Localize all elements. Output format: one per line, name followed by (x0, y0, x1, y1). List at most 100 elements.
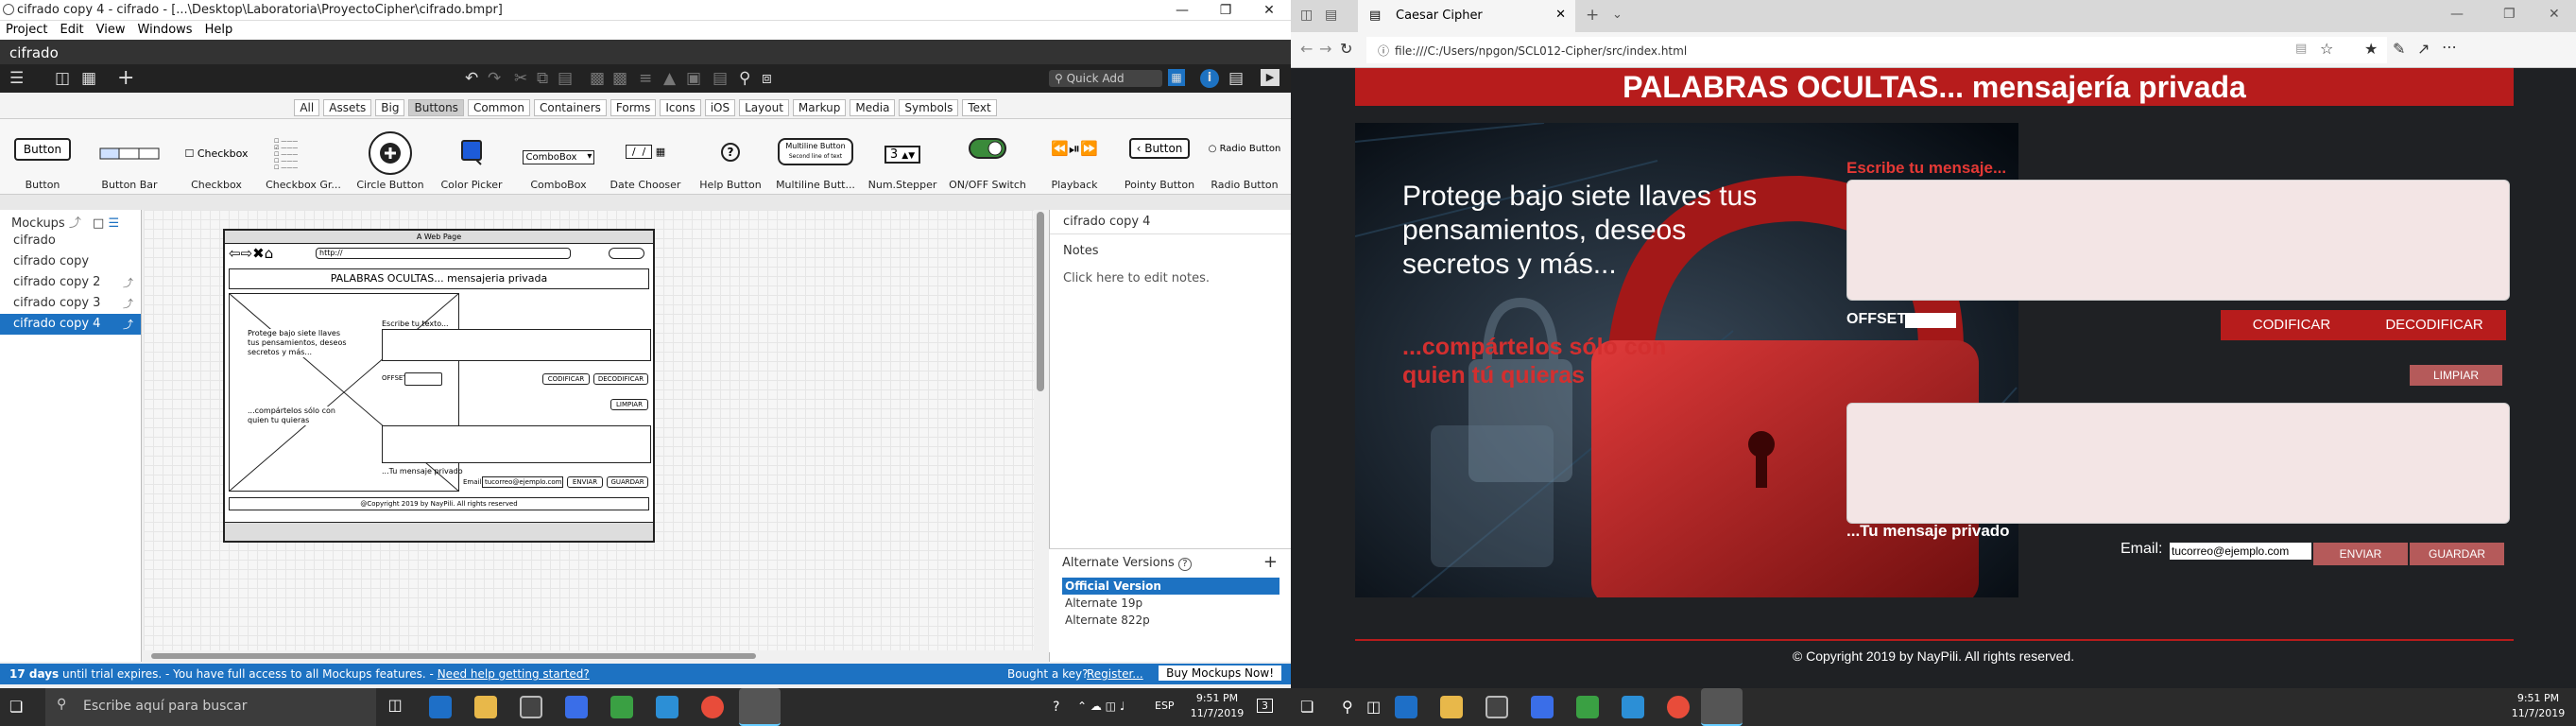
browser-tab[interactable]: ▤ Caesar Cipher ✕ (1358, 0, 1575, 32)
library-item-date-chooser[interactable]: / / ▦ Date Chooser (603, 119, 688, 195)
library-item-button[interactable]: Button Button (0, 119, 85, 195)
notes-field[interactable]: Click here to edit notes. (1050, 258, 1291, 299)
save-button[interactable]: GUARDAR (2410, 543, 2504, 565)
cut-icon[interactable]: ✂ (514, 69, 527, 88)
library-item-checkbox[interactable]: ☐ Checkbox Checkbox (174, 119, 259, 195)
library-item-radio-button[interactable]: ○ Radio Button Radio Button (1202, 119, 1287, 195)
task-view-icon[interactable]: ◫ (384, 696, 406, 718)
ungroup-icon[interactable]: ▩ (612, 69, 627, 88)
add-icon[interactable]: + (1263, 554, 1278, 571)
alternate-version-item[interactable]: Alternate 19p (1062, 595, 1279, 612)
align-icon[interactable]: ≡ (639, 69, 652, 88)
library-item-combobox[interactable]: ComboBox ▾ ComboBox (516, 119, 601, 195)
close-icon[interactable]: ✕ (2549, 7, 2560, 22)
fullscreen-icon[interactable]: ⧈ (762, 69, 772, 88)
taskbar-time[interactable]: 9:51 PM (2510, 692, 2567, 704)
category-all[interactable]: All (294, 99, 320, 116)
tab-actions-icon[interactable]: ◫ (1300, 8, 1313, 23)
encode-button[interactable]: CODIFICAR (2221, 310, 2362, 340)
notification-count[interactable]: 3 (1257, 699, 1273, 713)
decode-button[interactable]: DECODIFICAR (2362, 310, 2506, 340)
mockup-item[interactable]: cifrado copy 3 ⤴ (0, 293, 141, 314)
category-buttons[interactable]: Buttons (408, 99, 464, 116)
category-markup[interactable]: Markup (792, 99, 847, 116)
send-button[interactable]: ENVIAR (2313, 543, 2408, 565)
notes-icon[interactable]: ✎ (2393, 40, 2405, 58)
library-item-playback[interactable]: ⏪⏯⏩ Playback (1032, 119, 1117, 195)
present-icon[interactable]: ▶ (1261, 69, 1279, 86)
forward-icon[interactable]: → (1319, 40, 1331, 58)
category-big[interactable]: Big (375, 99, 405, 116)
taskbar-date[interactable]: 11/7/2019 (2506, 707, 2570, 719)
hamburger-icon[interactable]: ☰ (9, 69, 24, 88)
link-icon[interactable]: ⤴ (69, 216, 81, 231)
category-symbols[interactable]: Symbols (899, 99, 959, 116)
redo-icon[interactable]: ↷ (488, 69, 501, 88)
close-tab-icon[interactable]: ✕ (1555, 8, 1566, 22)
undo-icon[interactable]: ↶ (465, 69, 478, 88)
edge-icon[interactable] (429, 696, 452, 718)
library-item-onoff-switch[interactable]: ON/OFF Switch (945, 119, 1030, 195)
chrome-icon[interactable] (1667, 696, 1690, 718)
category-ios[interactable]: iOS (704, 99, 736, 116)
email-input[interactable]: tucorreo@ejemplo.com (2170, 543, 2311, 560)
buy-button[interactable]: Buy Mockups Now! (1159, 666, 1281, 681)
more-icon[interactable]: ⋯ (2442, 38, 2457, 56)
thumb-view-icon[interactable]: □ (93, 216, 104, 231)
quick-add-input[interactable]: ⚲ Quick Add (1049, 70, 1162, 87)
mail-icon[interactable] (520, 696, 542, 718)
category-layout[interactable]: Layout (739, 99, 789, 116)
category-containers[interactable]: Containers (533, 99, 607, 116)
chrome-icon[interactable] (701, 696, 724, 718)
split-view-icon[interactable]: ◫ (55, 69, 70, 88)
chevron-down-icon[interactable]: ⌄ (1612, 8, 1623, 22)
mockup-item[interactable]: cifrado copy 2 ⤴ (0, 272, 141, 293)
dropbox-icon[interactable] (565, 696, 588, 718)
windows-start-icon[interactable]: ❏ (1300, 698, 1314, 716)
help-link[interactable]: Need help getting started? (438, 667, 590, 681)
zoom-icon[interactable]: ⚲ (739, 69, 750, 88)
taskbar-time[interactable]: 9:51 PM (1189, 692, 1245, 704)
info-icon[interactable]: i (1200, 69, 1219, 88)
file-explorer-icon[interactable] (474, 696, 497, 718)
bring-front-icon[interactable]: ▲ (663, 69, 676, 88)
media-icon[interactable]: ▦ (1168, 69, 1185, 86)
refresh-icon[interactable]: ↻ (1340, 40, 1352, 58)
menu-windows[interactable]: Windows (132, 21, 199, 37)
category-assets[interactable]: Assets (323, 99, 372, 116)
library-item-help-button[interactable]: ? Help Button (688, 119, 773, 195)
category-forms[interactable]: Forms (610, 99, 657, 116)
dropbox-icon[interactable] (1531, 696, 1554, 718)
close-icon[interactable]: ✕ (1247, 0, 1291, 21)
menu-project[interactable]: Project (0, 21, 54, 37)
properties-icon[interactable]: ▤ (1228, 69, 1244, 88)
vscode-icon[interactable] (656, 696, 678, 718)
new-tab-icon[interactable]: + (1586, 6, 1599, 25)
restore-icon[interactable]: ❐ (1204, 0, 1247, 21)
reading-view-icon[interactable]: ▤ (2295, 42, 2307, 56)
category-common[interactable]: Common (467, 99, 530, 116)
edge-icon[interactable] (1395, 696, 1417, 718)
group-icon[interactable]: ▩ (590, 69, 605, 88)
wireframe-browser-window[interactable]: A Web Page ⇦⇨✖⌂ http:// PALABRAS OCULTAS… (223, 229, 655, 543)
library-item-button-bar[interactable]: Button Bar (87, 119, 172, 195)
add-icon[interactable]: + (117, 68, 134, 89)
help-icon[interactable]: ? (1177, 558, 1192, 571)
sourcetree-icon[interactable] (1576, 696, 1599, 718)
library-item-color-picker[interactable]: Color Picker (429, 119, 514, 195)
minimize-icon[interactable]: — (1160, 0, 1204, 21)
url-input[interactable]: ⓘ file:///C:/Users/npgon/SCL012-Cipher/sr… (1366, 37, 2387, 63)
tray-icons[interactable]: ⌃ ☁ ◫ ♩ (1077, 700, 1125, 713)
windows-start-icon[interactable]: ❏ (9, 698, 28, 717)
minimize-icon[interactable]: — (2450, 7, 2464, 22)
category-media[interactable]: Media (850, 99, 896, 116)
library-item-multiline-button[interactable]: Multiline Button Second line of text Multi… (773, 119, 858, 195)
offset-input[interactable] (1905, 313, 1956, 328)
file-explorer-icon[interactable] (1440, 696, 1463, 718)
lock-icon[interactable]: ▣ (686, 69, 701, 88)
menu-view[interactable]: View (91, 21, 132, 37)
category-icons[interactable]: Icons (660, 99, 701, 116)
library-item-checkbox-group[interactable]: ☐ ——— ☑ ——— ☐ ——— ☐ ——— ☐ ——— Checkbox Gr... (261, 119, 346, 195)
library-scrollbar[interactable] (0, 195, 1291, 210)
task-view-icon[interactable]: ◫ (1366, 698, 1381, 716)
